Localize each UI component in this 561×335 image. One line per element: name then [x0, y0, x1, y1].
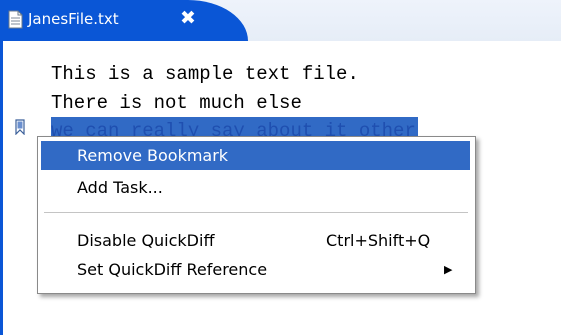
- close-icon[interactable]: ✖: [176, 6, 200, 30]
- menu-item-label: Set QuickDiff Reference: [77, 260, 268, 279]
- vertical-ruler[interactable]: [3, 41, 31, 335]
- editor-line-2[interactable]: There is not much else: [51, 89, 302, 117]
- menu-item-disable-quickdiff[interactable]: Disable QuickDiff Ctrl+Shift+Q: [41, 226, 470, 255]
- tab-title: JanesFile.txt: [28, 10, 119, 28]
- menu-item-label: Disable QuickDiff: [77, 231, 215, 250]
- bookmark-icon[interactable]: [15, 119, 25, 135]
- editor-line-1[interactable]: This is a sample text file.: [51, 60, 359, 88]
- menu-item-label: Remove Bookmark: [77, 146, 229, 165]
- menu-item-shortcut: Ctrl+Shift+Q: [326, 231, 431, 250]
- menu-separator: [44, 212, 468, 213]
- submenu-arrow-icon: ▶: [444, 263, 453, 276]
- context-menu: Remove Bookmark Add Task... Disable Quic…: [37, 136, 476, 294]
- menu-item-label: Add Task...: [77, 178, 163, 197]
- editor-tab[interactable]: JanesFile.txt ✖: [0, 0, 248, 41]
- menu-item-add-task[interactable]: Add Task...: [41, 173, 470, 202]
- text-file-icon: [8, 10, 23, 29]
- menu-item-set-quickdiff-reference[interactable]: Set QuickDiff Reference ▶: [41, 255, 470, 284]
- menu-item-remove-bookmark[interactable]: Remove Bookmark: [41, 141, 470, 170]
